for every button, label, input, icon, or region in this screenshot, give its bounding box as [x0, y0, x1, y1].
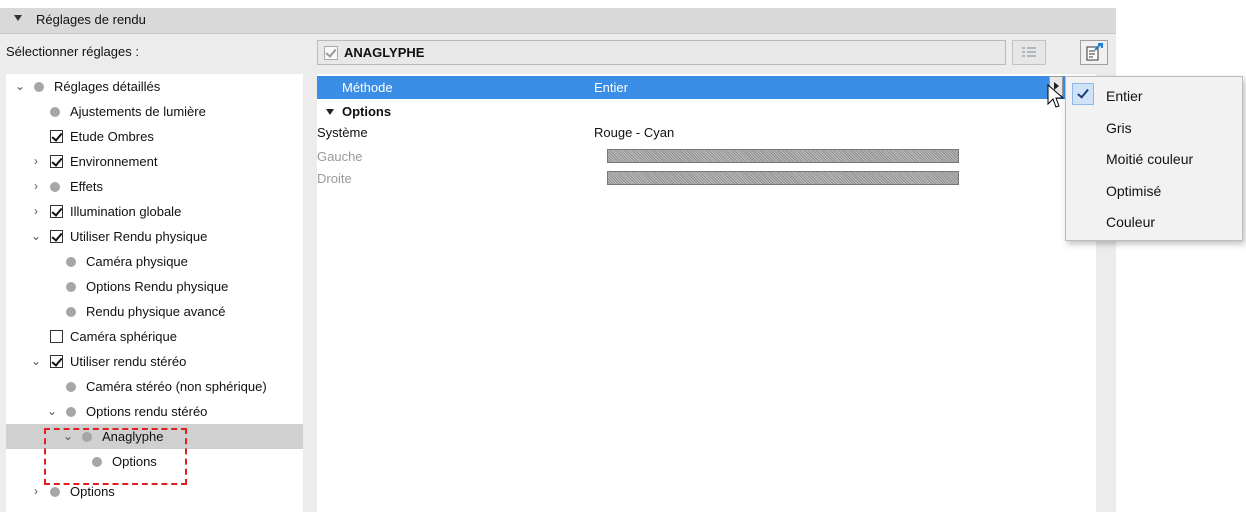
- select-settings-label: Sélectionner réglages :: [6, 44, 139, 59]
- tree-item-label: Utiliser rendu stéréo: [70, 354, 187, 369]
- property-label: Droite: [317, 171, 352, 186]
- chevron-right-icon[interactable]: ›: [30, 199, 42, 224]
- tree-item-detailed-settings[interactable]: ⌄ Réglages détaillés: [6, 74, 303, 99]
- checkbox[interactable]: [50, 355, 63, 368]
- mouse-cursor-icon: [1047, 84, 1065, 108]
- tree-item-label: Rendu physique avancé: [86, 304, 226, 319]
- menu-item-entier[interactable]: Entier: [1106, 81, 1236, 112]
- bullet-icon: [66, 382, 76, 392]
- bullet-icon: [50, 487, 60, 497]
- bullet-icon: [66, 282, 76, 292]
- tree-item-stereo-camera[interactable]: Caméra stéréo (non sphérique): [6, 374, 303, 399]
- checkmark-icon: [51, 355, 63, 367]
- bullet-icon: [66, 307, 76, 317]
- tree-item-spherical-camera[interactable]: Caméra sphérique: [6, 324, 303, 349]
- chevron-down-icon[interactable]: ⌄: [30, 224, 42, 249]
- chevron-right-icon[interactable]: ›: [30, 174, 42, 199]
- checkmark-icon: [51, 155, 63, 167]
- property-value[interactable]: Rouge - Cyan: [594, 120, 674, 145]
- settings-title-field[interactable]: ANAGLYPHE: [317, 40, 1006, 65]
- menu-item-optimise[interactable]: Optimisé: [1106, 176, 1236, 207]
- tree-item-stereo-render[interactable]: ⌄ Utiliser rendu stéréo: [6, 349, 303, 374]
- checkbox[interactable]: [50, 155, 63, 168]
- collapse-triangle-icon[interactable]: [326, 109, 334, 115]
- export-icon: [1086, 43, 1103, 61]
- tree-item-environment[interactable]: › Environnement: [6, 149, 303, 174]
- properties-list: Méthode Entier Options Système Rouge - C…: [317, 74, 1096, 512]
- tree-item-label: Etude Ombres: [70, 129, 154, 144]
- chevron-right-icon[interactable]: ›: [30, 479, 42, 504]
- property-value[interactable]: Entier: [594, 76, 628, 99]
- tree-item-label: Options rendu stéréo: [86, 404, 208, 419]
- chevron-down-icon[interactable]: ⌄: [14, 74, 26, 99]
- bullet-icon: [50, 182, 60, 192]
- checkbox[interactable]: [50, 330, 63, 343]
- checkmark-icon: [51, 230, 63, 242]
- property-row-method[interactable]: Méthode Entier: [317, 76, 1096, 99]
- tree-item-label: Caméra stéréo (non sphérique): [86, 379, 267, 394]
- checkbox[interactable]: [50, 130, 63, 143]
- menu-item-moitie-couleur[interactable]: Moitié couleur: [1106, 144, 1236, 175]
- property-label: Méthode: [342, 80, 393, 95]
- tree-item-label: Utiliser Rendu physique: [70, 229, 208, 244]
- tree-item-physical-camera[interactable]: Caméra physique: [6, 249, 303, 274]
- menu-item-gris[interactable]: Gris: [1106, 113, 1236, 144]
- property-label: Système: [317, 125, 368, 140]
- selected-check: [1072, 83, 1094, 105]
- tree-item-label: Ajustements de lumière: [70, 104, 206, 119]
- bullet-icon: [66, 407, 76, 417]
- checkbox[interactable]: [50, 230, 63, 243]
- left-color-swatch: [607, 149, 959, 163]
- settings-title: ANAGLYPHE: [344, 45, 425, 60]
- selection-highlight-box: [44, 428, 187, 485]
- checkmark-icon: [51, 130, 63, 142]
- rendering-settings-header[interactable]: Réglages de rendu: [0, 8, 1116, 34]
- collapse-triangle-icon[interactable]: [14, 15, 22, 21]
- tree-item-stereo-render-options[interactable]: ⌄ Options rendu stéréo: [6, 399, 303, 424]
- checkbox[interactable]: [50, 205, 63, 218]
- title-checkbox[interactable]: [324, 46, 338, 60]
- chevron-down-icon[interactable]: ⌄: [30, 349, 42, 374]
- bullet-icon: [50, 107, 60, 117]
- right-color-swatch: [607, 171, 959, 185]
- export-settings-button[interactable]: [1080, 40, 1108, 65]
- list-icon: [1022, 47, 1036, 57]
- chevron-down-icon[interactable]: ⌄: [46, 399, 58, 424]
- tree-item-label: Réglages détaillés: [54, 79, 161, 94]
- tree-item-effects[interactable]: › Effets: [6, 174, 303, 199]
- checkmark-icon: [51, 205, 63, 217]
- tree-item-physical-render[interactable]: ⌄ Utiliser Rendu physique: [6, 224, 303, 249]
- tree-item-label: Effets: [70, 179, 104, 194]
- tree-item-label: Illumination globale: [70, 204, 182, 219]
- tree-item-label: Environnement: [70, 154, 158, 169]
- method-dropdown-menu[interactable]: Entier Gris Moitié couleur Optimisé Coul…: [1065, 76, 1243, 241]
- tree-item-label: Caméra physique: [86, 254, 188, 269]
- property-row-right: Droite: [317, 166, 1096, 191]
- property-row-system[interactable]: Système Rouge - Cyan: [317, 120, 1096, 145]
- tree-item-label: Caméra sphérique: [70, 329, 177, 344]
- checkmark-icon: [1077, 86, 1089, 99]
- bullet-icon: [34, 82, 44, 92]
- panel-title: Réglages de rendu: [36, 12, 146, 27]
- tree-item-advanced-physical-render[interactable]: Rendu physique avancé: [6, 299, 303, 324]
- tree-item-shadow-study[interactable]: Etude Ombres: [6, 124, 303, 149]
- chevron-right-icon[interactable]: ›: [30, 149, 42, 174]
- bullet-icon: [66, 257, 76, 267]
- list-view-button[interactable]: [1012, 40, 1046, 65]
- checkmark-icon: [325, 46, 337, 58]
- tree-item-light-adjustments[interactable]: Ajustements de lumière: [6, 99, 303, 124]
- tree-item-global-illumination[interactable]: › Illumination globale: [6, 199, 303, 224]
- tree-item-label: Options Rendu physique: [86, 279, 229, 294]
- menu-item-couleur[interactable]: Couleur: [1106, 207, 1236, 238]
- tree-item-physical-render-options[interactable]: Options Rendu physique: [6, 274, 303, 299]
